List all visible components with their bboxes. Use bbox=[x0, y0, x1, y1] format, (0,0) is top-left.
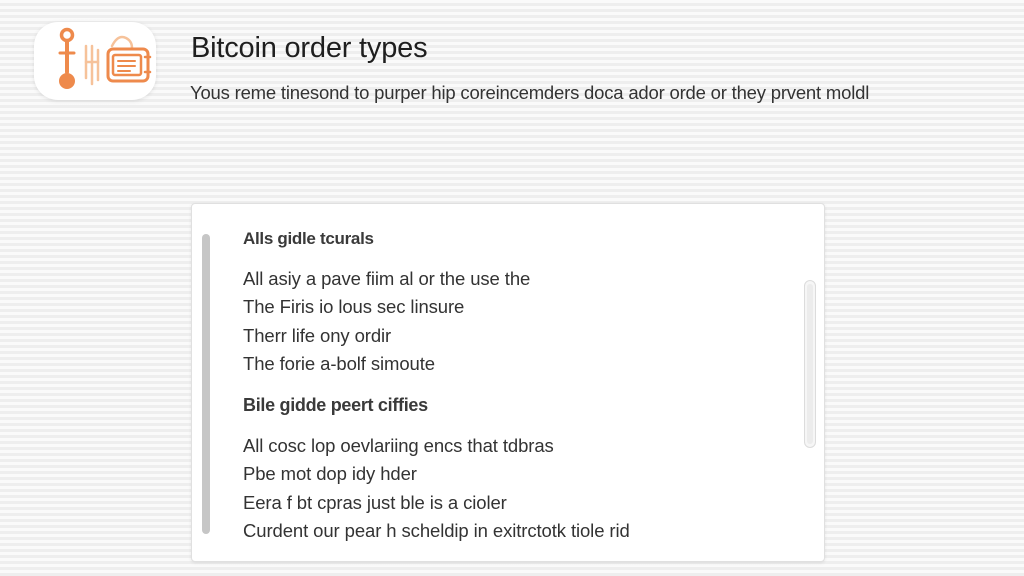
section-heading: Bile gidde peert ciffies bbox=[243, 395, 428, 416]
text-line: The Firis io lous sec linsure bbox=[243, 296, 465, 318]
text-line: Eera f bt cpras just ble is a cioler bbox=[243, 491, 507, 513]
panel-content: Alls gidle tcurals All asiy a pave fiim … bbox=[243, 229, 783, 545]
text-line: Curdent our pear h scheldip in exitrctot… bbox=[243, 520, 630, 542]
left-rail-divider bbox=[202, 234, 210, 534]
tools-and-chart-icon bbox=[58, 27, 152, 89]
text-line: The forie a-bolf simoute bbox=[243, 352, 435, 374]
section-heading: Alls gidle tcurals bbox=[243, 229, 374, 248]
vertical-scrollbar[interactable] bbox=[804, 280, 816, 448]
app-logo bbox=[34, 22, 156, 100]
text-line: All cosc lop oevlariing encs that tdbras bbox=[243, 435, 554, 457]
page-subtitle: Yous reme tinesond to purper hip coreinc… bbox=[190, 82, 870, 103]
text-line: Therr life ony ordir bbox=[243, 324, 392, 346]
content-panel: Alls gidle tcurals All asiy a pave fiim … bbox=[191, 203, 825, 562]
scrollbar-thumb[interactable] bbox=[807, 284, 813, 444]
page-title: Bitcoin order types bbox=[191, 32, 428, 64]
text-line: All asiy a pave fiim al or the use the bbox=[243, 268, 531, 289]
text-line: Pbe mot dop idy hder bbox=[243, 463, 417, 485]
